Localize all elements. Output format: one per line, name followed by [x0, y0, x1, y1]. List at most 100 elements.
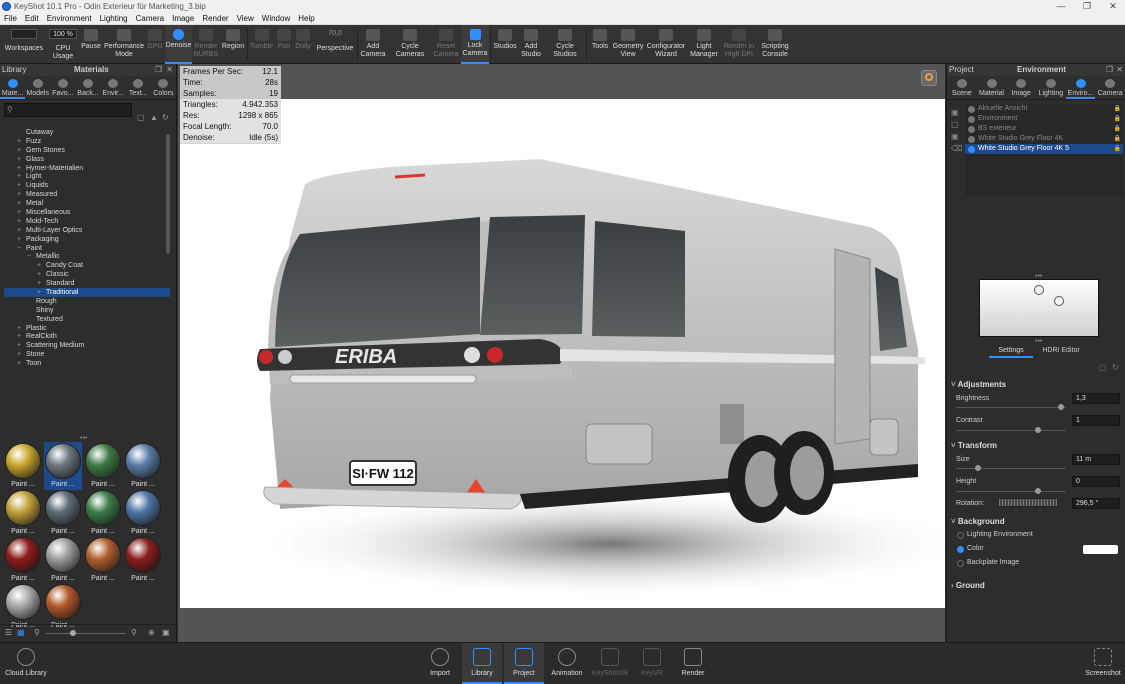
expand-icon[interactable]: +: [37, 279, 41, 288]
cloud-library-button[interactable]: Cloud Library: [4, 643, 48, 684]
studios-button[interactable]: Studios: [492, 25, 518, 64]
tree-item[interactable]: − Paint: [4, 244, 170, 253]
pan-button[interactable]: Pan: [275, 25, 293, 64]
backplate-image-radio[interactable]: [957, 560, 964, 567]
geometry-view-button[interactable]: Geometry View: [612, 25, 644, 64]
library-button[interactable]: Library: [462, 643, 502, 684]
undock-icon[interactable]: ❐: [1106, 64, 1113, 76]
tree-item[interactable]: Rough: [4, 297, 170, 306]
size-slider[interactable]: [956, 465, 1066, 471]
tree-item[interactable]: + Multi-Layer Optics: [4, 226, 170, 235]
tab-scene[interactable]: Scene: [947, 76, 977, 99]
tree-item[interactable]: + Classic: [4, 270, 170, 279]
keyshotxr-button[interactable]: KeyShotXR: [589, 643, 631, 684]
adjustments-section[interactable]: ˅ Adjustments: [951, 380, 1121, 389]
tree-item[interactable]: + Traditional: [4, 288, 170, 297]
menu-help[interactable]: Help: [294, 13, 318, 25]
expand-icon[interactable]: +: [17, 324, 21, 333]
image-icon[interactable]: ▣: [162, 628, 170, 637]
region-button[interactable]: Region: [220, 25, 246, 64]
background-color-swatch[interactable]: [1083, 545, 1118, 554]
refresh-icon[interactable]: ↻: [162, 113, 169, 122]
tree-item[interactable]: + RealCloth: [4, 332, 170, 341]
height-slider[interactable]: [956, 488, 1066, 494]
tree-item[interactable]: + Hymer-Materialien: [4, 164, 170, 173]
zoom-out-icon[interactable]: ⚲: [34, 628, 40, 637]
environment-item[interactable]: Environment 🔒: [965, 114, 1123, 124]
slider-knob[interactable]: [1035, 427, 1041, 433]
material-swatch[interactable]: Paint ...: [44, 489, 82, 537]
expand-icon[interactable]: +: [17, 235, 21, 244]
tab-colors[interactable]: Colors: [151, 76, 176, 99]
tree-item[interactable]: − Metallic: [4, 252, 170, 261]
add-icon[interactable]: ⊕: [148, 628, 155, 637]
tree-item[interactable]: + Measured: [4, 190, 170, 199]
list-view-icon[interactable]: ☰: [5, 628, 12, 637]
menu-render[interactable]: Render: [198, 13, 232, 25]
cpu-usage-button[interactable]: 100 % CPU Usage: [46, 25, 80, 64]
expand-icon[interactable]: −: [17, 244, 21, 253]
environment-item[interactable]: White Studio Grey Floor 4K 5 🔒: [965, 144, 1123, 154]
slider-knob[interactable]: [1035, 488, 1041, 494]
tree-item[interactable]: + Packaging: [4, 235, 170, 244]
expand-icon[interactable]: +: [17, 199, 21, 208]
transform-section[interactable]: ˅ Transform: [951, 441, 1121, 450]
tree-item[interactable]: + Gem Stones: [4, 146, 170, 155]
delete-icon[interactable]: ⌫: [951, 144, 963, 156]
pause-button[interactable]: Pause: [80, 25, 102, 64]
material-swatch[interactable]: Paint ...: [44, 536, 82, 584]
denoise-button[interactable]: Denoise: [165, 25, 192, 64]
expand-icon[interactable]: +: [17, 341, 21, 350]
splitter-dots[interactable]: •••: [80, 435, 87, 442]
tab-environments[interactable]: Envir...: [101, 76, 126, 99]
expand-icon[interactable]: +: [17, 146, 21, 155]
menu-file[interactable]: File: [0, 13, 21, 25]
tree-item[interactable]: + Fuzz: [4, 137, 170, 146]
expand-icon[interactable]: +: [37, 261, 41, 270]
tab-models[interactable]: Models: [25, 76, 50, 99]
contrast-slider[interactable]: [956, 427, 1066, 433]
tree-item[interactable]: + Glass: [4, 155, 170, 164]
tab-hdri-editor[interactable]: HDRI Editor: [1039, 347, 1083, 358]
slider-knob[interactable]: [975, 465, 981, 471]
scripting-console-button[interactable]: Scripting Console: [758, 25, 792, 64]
add-studio-button[interactable]: Add Studio: [519, 25, 543, 64]
lock-icon[interactable]: 🔒: [1114, 104, 1121, 114]
menu-camera[interactable]: Camera: [132, 13, 168, 25]
expand-icon[interactable]: +: [17, 217, 21, 226]
thumbnail-size-slider[interactable]: [46, 630, 126, 636]
tree-item[interactable]: + Toon: [4, 359, 170, 368]
expand-icon[interactable]: +: [17, 190, 21, 199]
workspaces-button[interactable]: Workspaces: [2, 25, 46, 64]
tab-image[interactable]: Image: [1006, 76, 1036, 99]
material-swatch[interactable]: Paint ...: [124, 489, 162, 537]
tree-item[interactable]: + Standard: [4, 279, 170, 288]
tab-settings[interactable]: Settings: [989, 347, 1033, 358]
upload-icon[interactable]: ▲: [150, 113, 158, 122]
expand-icon[interactable]: +: [37, 288, 41, 297]
fov-value[interactable]: 70,0: [323, 29, 347, 39]
gpu-button[interactable]: GPU: [145, 25, 165, 64]
material-swatch[interactable]: Paint ...: [124, 536, 162, 584]
height-field[interactable]: 0: [1072, 476, 1120, 487]
lock-icon[interactable]: 🔒: [1114, 144, 1121, 154]
perspective-button[interactable]: 70,0 Perspective: [315, 25, 355, 64]
tab-materials[interactable]: Mate...: [0, 76, 26, 99]
light-pin[interactable]: [1034, 285, 1044, 295]
tree-item[interactable]: + Stone: [4, 350, 170, 359]
menu-edit[interactable]: Edit: [21, 13, 43, 25]
tree-scrollbar[interactable]: [166, 134, 170, 254]
tab-favorites[interactable]: Favo...: [50, 76, 75, 99]
expand-icon[interactable]: +: [17, 181, 21, 190]
reset-camera-button[interactable]: Reset Camera: [432, 25, 460, 64]
menu-view[interactable]: View: [233, 13, 258, 25]
folder-icon[interactable]: ▢: [1099, 363, 1107, 372]
rotation-field[interactable]: 296,5 °: [1072, 498, 1120, 509]
refresh-icon[interactable]: ↻: [1112, 363, 1119, 372]
tab-textures[interactable]: Text...: [126, 76, 151, 99]
lock-icon[interactable]: 🔒: [1114, 124, 1121, 134]
tree-item[interactable]: Textured: [4, 315, 170, 324]
zoom-in-icon[interactable]: ⚲: [131, 628, 137, 637]
tab-environment[interactable]: Enviro...: [1065, 76, 1096, 99]
link-icon[interactable]: ▣: [951, 132, 963, 144]
